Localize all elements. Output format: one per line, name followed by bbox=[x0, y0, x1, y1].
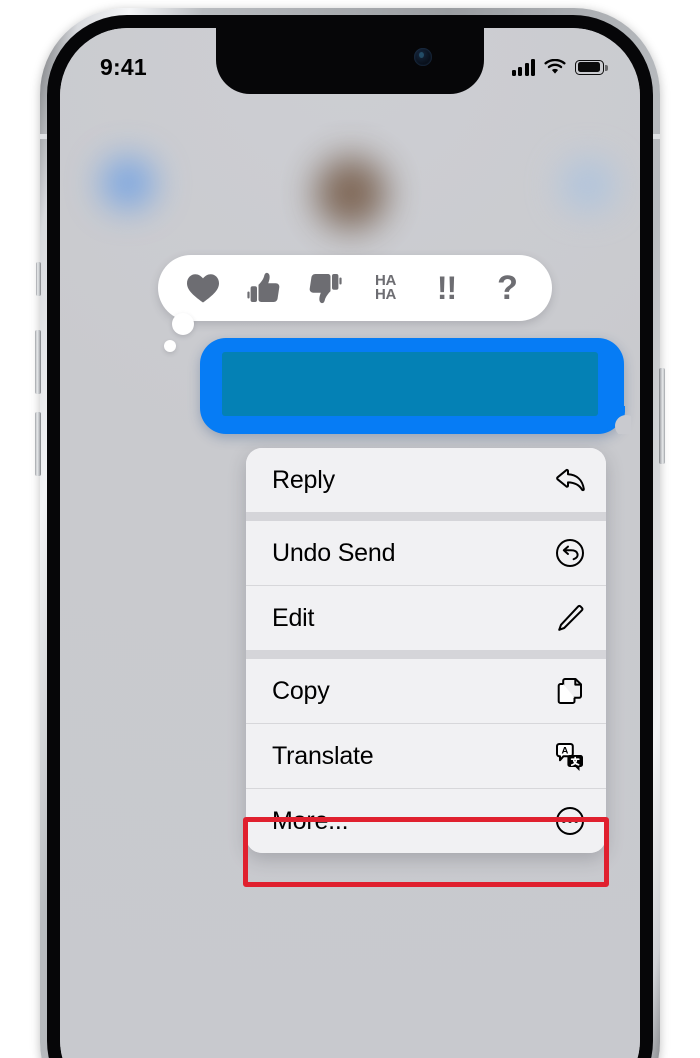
context-menu-label: Undo Send bbox=[272, 538, 396, 567]
double-exclamation-icon: !! bbox=[436, 270, 457, 306]
selected-message-bubble[interactable] bbox=[200, 338, 631, 434]
volume-down-button[interactable] bbox=[35, 412, 41, 476]
message-text-redaction bbox=[222, 352, 598, 416]
volume-up-button[interactable] bbox=[35, 330, 41, 394]
ringer-switch[interactable] bbox=[36, 262, 41, 296]
context-menu-label: Copy bbox=[272, 676, 330, 705]
context-menu-item-reply[interactable]: Reply bbox=[246, 448, 606, 512]
heart-icon bbox=[186, 273, 219, 302]
tapback-heart-button[interactable] bbox=[179, 265, 227, 311]
tapback-haha-button[interactable]: HA HA bbox=[362, 265, 410, 311]
context-menu-item-undo-send[interactable]: Undo Send bbox=[246, 521, 606, 585]
battery-full-icon bbox=[575, 59, 608, 75]
blurred-contact-avatar bbox=[310, 148, 392, 238]
status-bar-time: 9:41 bbox=[100, 53, 147, 80]
status-bar-indicators bbox=[511, 58, 608, 76]
context-menu-item-translate[interactable]: Translate A bbox=[246, 724, 606, 788]
phone-screen: 9:41 HA HA !! ? Reply Undo Send Edit Cop… bbox=[60, 28, 640, 1058]
tapback-exclamation-button[interactable]: !! bbox=[423, 265, 471, 311]
status-bar: 9:41 bbox=[60, 28, 640, 94]
translate-bubbles-icon: A bbox=[554, 740, 586, 772]
thumbs-up-icon bbox=[246, 272, 279, 302]
context-menu-label: Translate bbox=[272, 741, 374, 770]
thumbs-down-icon bbox=[309, 274, 342, 304]
tapback-thumbs-up-button[interactable] bbox=[240, 265, 288, 311]
pencil-icon bbox=[554, 602, 586, 634]
copy-documents-icon bbox=[554, 675, 586, 707]
context-menu-group-separator bbox=[246, 512, 606, 521]
blurred-background-blob-right bbox=[552, 156, 624, 214]
context-menu-label: Edit bbox=[272, 603, 315, 632]
context-menu-label: Reply bbox=[272, 465, 335, 494]
undo-circle-icon bbox=[554, 537, 586, 569]
message-context-menu[interactable]: Reply Undo Send Edit Copy Translate A Mo… bbox=[246, 448, 606, 853]
antenna-line-right bbox=[653, 134, 660, 139]
haha-icon: HA HA bbox=[374, 273, 397, 303]
haha-line-2: HA bbox=[374, 286, 397, 303]
more-ellipsis-circle-icon bbox=[554, 805, 586, 837]
context-menu-group-separator bbox=[246, 650, 606, 659]
svg-text:A: A bbox=[561, 745, 568, 756]
screenshot-root: 9:41 HA HA !! ? Reply Undo Send Edit Cop… bbox=[0, 0, 700, 1058]
antenna-line-left bbox=[40, 134, 47, 139]
tapback-thumbs-down-button[interactable] bbox=[301, 265, 349, 311]
context-menu-item-more[interactable]: More... bbox=[246, 789, 606, 853]
tapback-reaction-bar[interactable]: HA HA !! ? bbox=[158, 255, 552, 321]
tapback-tail-small bbox=[164, 340, 176, 352]
side-power-button[interactable] bbox=[659, 368, 665, 464]
wifi-icon bbox=[544, 59, 566, 74]
context-menu-label: More... bbox=[272, 806, 349, 835]
message-bubble-body bbox=[200, 338, 624, 434]
blurred-background-blob-left bbox=[90, 153, 166, 213]
context-menu-item-copy[interactable]: Copy bbox=[246, 659, 606, 723]
reply-arrow-icon bbox=[554, 464, 586, 496]
tapback-tail-large bbox=[172, 313, 194, 335]
tapback-question-button[interactable]: ? bbox=[484, 265, 532, 311]
signal-bars-icon bbox=[511, 58, 535, 76]
question-mark-icon: ? bbox=[497, 269, 518, 307]
message-bubble-tail bbox=[603, 406, 631, 434]
context-menu-item-edit[interactable]: Edit bbox=[246, 586, 606, 650]
